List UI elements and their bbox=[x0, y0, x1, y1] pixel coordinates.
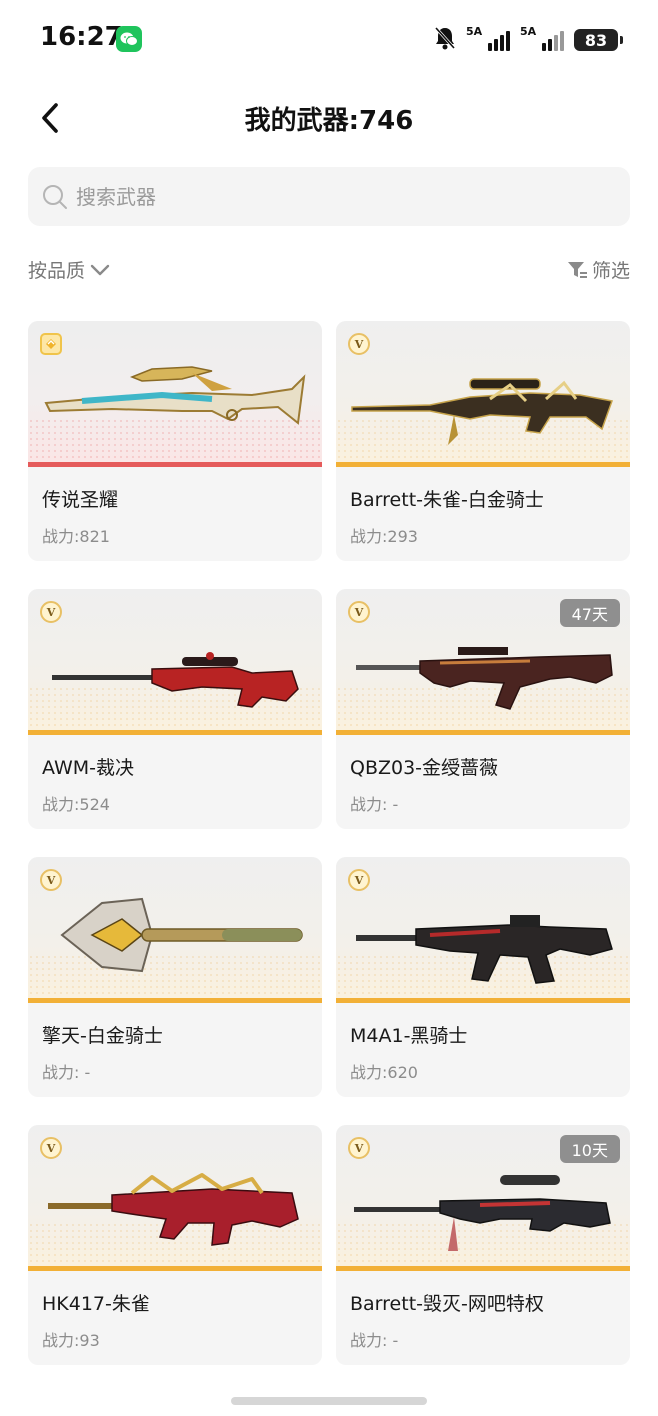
weapon-power: 战力:524 bbox=[42, 795, 110, 814]
weapon-name: M4A1-黑骑士 bbox=[350, 1025, 468, 1047]
weapon-image bbox=[48, 1173, 299, 1246]
signal-label: 5A bbox=[466, 25, 483, 38]
search-input[interactable] bbox=[76, 184, 596, 209]
weapon-name: QBZ03-金绶蔷薇 bbox=[350, 757, 499, 779]
status-time: 16:27 bbox=[40, 22, 123, 52]
signal-label-2: 5A bbox=[520, 25, 537, 38]
filter-icon bbox=[567, 261, 587, 278]
page-title: 我的武器:746 bbox=[244, 106, 414, 136]
weapon-image-area: V bbox=[28, 589, 322, 735]
weapon-power: 战力:821 bbox=[42, 527, 110, 546]
weapon-card[interactable]: V M4A1-黑骑士 战力:620 bbox=[336, 857, 630, 1097]
filter-label: 筛选 bbox=[591, 260, 630, 282]
weapon-name: 传说圣耀 bbox=[42, 489, 119, 511]
weapon-card[interactable]: V AWM-裁决 战力:524 bbox=[28, 589, 322, 829]
weapon-image bbox=[52, 652, 299, 708]
weapon-image bbox=[351, 378, 614, 445]
weapon-name: AWM-裁决 bbox=[42, 757, 134, 779]
status-bar: 16:27 5A 5A 83 bbox=[0, 0, 658, 80]
weapon-image bbox=[356, 915, 613, 984]
weapon-image-area bbox=[28, 321, 322, 467]
weapon-card[interactable]: V Barrett-朱雀-白金骑士 战力:293 bbox=[336, 321, 630, 561]
weapon-power: 战力: - bbox=[350, 795, 399, 814]
weapon-image bbox=[356, 647, 613, 710]
weapon-power: 战力: - bbox=[350, 1331, 399, 1350]
weapon-card[interactable]: 传说圣耀 战力:821 bbox=[28, 321, 322, 561]
weapon-name: Barrett-朱雀-白金骑士 bbox=[350, 489, 544, 511]
chevron-down-icon bbox=[90, 264, 110, 275]
weapon-name: Barrett-毁灭-网吧特权 bbox=[350, 1293, 544, 1315]
search-bar[interactable] bbox=[28, 167, 630, 226]
weapon-image-area: V bbox=[336, 857, 630, 1003]
weapon-power: 战力:93 bbox=[42, 1331, 100, 1350]
header: 我的武器:746 bbox=[0, 88, 658, 148]
weapon-power: 战力:620 bbox=[350, 1063, 418, 1082]
weapon-image-area: V bbox=[28, 857, 322, 1003]
weapon-name: 擎天-白金骑士 bbox=[42, 1025, 163, 1047]
weapon-name: HK417-朱雀 bbox=[42, 1293, 150, 1315]
mute-bell-icon bbox=[434, 26, 456, 54]
weapon-card[interactable]: V 10天 Barrett-毁灭-网吧特权 战力: - bbox=[336, 1125, 630, 1365]
filter-button[interactable]: 筛选 bbox=[566, 256, 630, 283]
sort-quality-button[interactable]: 按品质 bbox=[28, 256, 111, 283]
battery-icon: 83 bbox=[574, 29, 623, 51]
weapon-card[interactable]: V 擎天-白金骑士 战力: - bbox=[28, 857, 322, 1097]
weapon-power: 战力: - bbox=[42, 1063, 91, 1082]
sort-filter-bar: 按品质 筛选 bbox=[28, 256, 630, 286]
signal-icon-2: 5A bbox=[520, 25, 564, 51]
signal-icon: 5A bbox=[466, 25, 510, 51]
home-indicator[interactable] bbox=[231, 1397, 427, 1405]
weapon-image bbox=[44, 366, 306, 425]
weapon-image-area: V bbox=[28, 1125, 322, 1271]
status-indicators: 5A 5A 83 bbox=[434, 25, 623, 54]
wechat-icon bbox=[116, 26, 142, 52]
weapon-image-area: V 10天 bbox=[336, 1125, 630, 1271]
weapon-power: 战力:293 bbox=[350, 527, 418, 546]
weapon-image-area: V 47天 bbox=[336, 589, 630, 735]
weapon-image bbox=[354, 1175, 611, 1251]
weapon-image bbox=[60, 897, 303, 973]
weapon-card[interactable]: V 47天 QBZ03-金绶蔷薇 战力: - bbox=[336, 589, 630, 829]
search-icon bbox=[43, 184, 67, 209]
sort-label: 按品质 bbox=[28, 260, 86, 282]
weapon-card[interactable]: V HK417-朱雀 战力:93 bbox=[28, 1125, 322, 1365]
weapon-image-area: V bbox=[336, 321, 630, 467]
